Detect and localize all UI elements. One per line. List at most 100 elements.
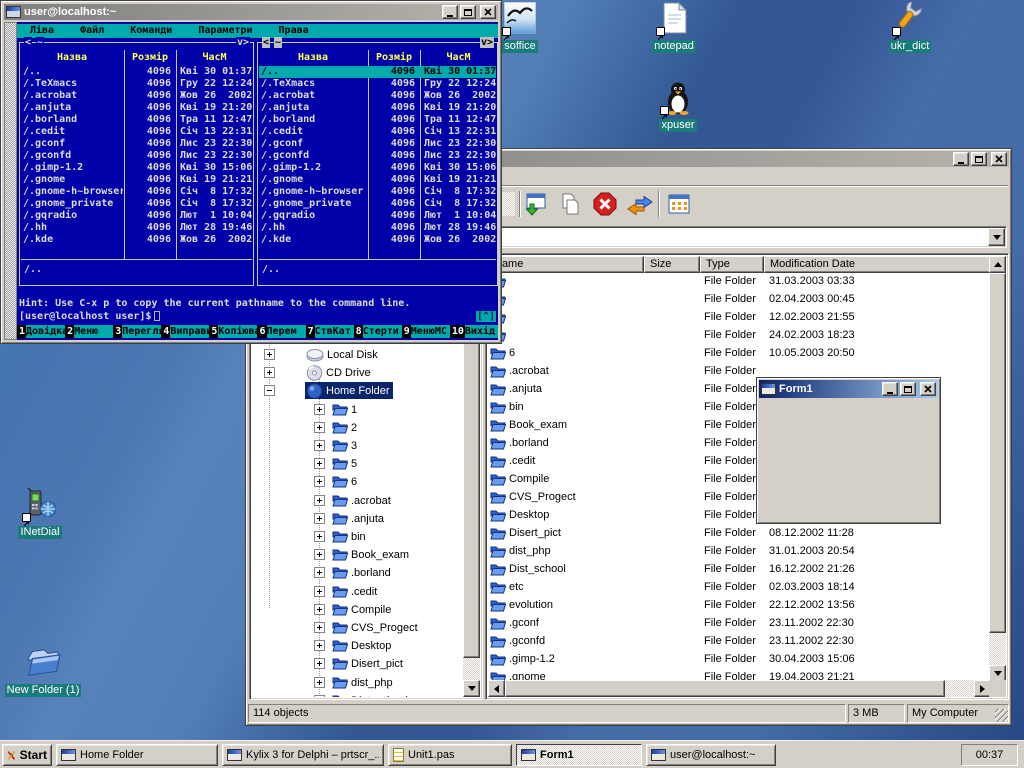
mc-file-row[interactable]: /.kde4096Жов 26 2002 [21,234,252,246]
expand-icon[interactable] [314,586,325,597]
scroll-up-button[interactable] [989,256,1006,273]
mc-panel-fwd[interactable]: v> [480,37,494,48]
mc-menu-item-4[interactable]: Права [266,24,322,38]
taskbar-button-2[interactable]: Unit1.pas [388,744,512,766]
mc-file-row[interactable]: /.cedit4096Січ 13 22:31 [21,126,252,138]
terminal-titlebar[interactable]: user@localhost:~ [4,4,498,20]
desktop-icon-new-folder[interactable]: New Folder (1) [3,646,83,698]
taskbar-button-1[interactable]: Kylix 3 for Delphi – prtscr_... [222,744,384,766]
mc-file-row[interactable]: /.anjuta4096Кві 19 21:20 [21,102,252,114]
column-header-size[interactable]: Size [644,256,700,273]
tree-item-Dist_school[interactable]: Dist_school [252,692,462,697]
mc-file-row[interactable]: /.gnome-h~browser4096Січ 8 17:32 [21,186,252,198]
mc-column-header-1[interactable]: Розмір [124,52,176,64]
terminal-maximize-button[interactable] [460,5,476,19]
tree-item-5[interactable]: 5 [252,455,462,472]
file-row-1[interactable]: File Folder02.04.2003 00:45 [488,291,991,309]
mc-file-row[interactable]: /.gnome_private4096Січ 8 17:32 [21,198,252,210]
mc-column-header-0[interactable]: Назва [258,52,368,64]
mc-file-row[interactable]: /.gnome-h~browser4096Січ 8 17:32 [259,186,496,198]
file-row-2[interactable]: File Folder12.02.2003 21:55 [488,309,991,327]
file-row-dist_php[interactable]: dist_phpFile Folder31.01.2003 20:54 [488,543,991,561]
mc-file-row[interactable]: /.gqradio4096Лют 1 10:04 [259,210,496,222]
tree-node[interactable]: Compile [331,601,394,618]
scroll-left-button[interactable] [488,680,505,697]
mc-file-row[interactable]: /.borland4096Тра 11 12:47 [259,114,496,126]
tree-node[interactable]: dist_php [331,674,396,691]
file-manager-minimize-button[interactable] [953,152,969,166]
file-row-evolution[interactable]: evolutionFile Folder22.12.2002 13:56 [488,597,991,615]
tree-node[interactable]: .borland [331,564,394,581]
tree-node[interactable]: .anjuta [331,510,387,527]
mc-file-row[interactable]: /..4096Кві 30 01:37 [21,66,252,78]
tree-item-Desktop[interactable]: Desktop [252,637,462,654]
taskbar-button-4[interactable]: user@localhost:~ [646,744,776,766]
desktop-icon-inetdial[interactable]: INetDial [12,488,68,540]
form1-close-button[interactable] [920,382,936,396]
tree-node[interactable]: Disert_pict [331,655,406,672]
tree-item-3[interactable]: 3 [252,437,462,454]
mc-file-row[interactable]: /.gnome4096Кві 19 21:21 [21,174,252,186]
mc-file-row[interactable]: /.hh4096Лют 28 19:46 [21,222,252,234]
form1-minimize-button[interactable] [882,382,898,396]
list-horizontal-scrollbar[interactable] [488,680,991,697]
mc-panel-back[interactable]: < [24,37,32,48]
tree-item-dist_php[interactable]: dist_php [252,674,462,691]
tree-node[interactable]: CVS_Progect [331,619,421,636]
mc-file-row[interactable]: /.cedit4096Січ 13 22:31 [259,126,496,138]
mc-file-row[interactable]: /.gconfd4096Лис 23 22:30 [21,150,252,162]
tree-item-Book_exam[interactable]: Book_exam [252,546,462,563]
mc-file-row[interactable]: /.TeXmacs4096Гру 22 12:24 [259,78,496,90]
mc-column-header-1[interactable]: Розмір [368,52,420,64]
mc-file-row[interactable]: /.acrobat4096Жов 26 2002 [21,90,252,102]
form1-titlebar[interactable]: Form1 [759,380,938,398]
file-row-Disert_pict[interactable]: Disert_pictFile Folder08.12.2002 11:28 [488,525,991,543]
file-row-.gimp-1.2[interactable]: .gimp-1.2File Folder30.04.2003 15:06 [488,651,991,669]
tree-node[interactable]: 6 [331,473,360,490]
tree-node[interactable]: Local Disk [305,346,381,363]
tree-node[interactable]: 3 [331,437,360,454]
tree-item-Home Folder[interactable]: Home Folder [252,382,462,399]
start-button[interactable]: Start [2,744,52,766]
mc-right-panel[interactable]: <~v>НазваРозмірЧасМ/..4096Кві 30 01:37/.… [257,42,498,286]
tree-node[interactable]: Desktop [331,637,394,654]
mc-fkey-9[interactable]: 9МенюМС [402,325,450,338]
column-header-name[interactable]: Name [488,256,644,273]
mc-menu-item-1[interactable]: Файл [67,24,117,38]
mc-file-row[interactable]: /.gconf4096Лис 23 22:30 [21,138,252,150]
mc-file-row[interactable]: /.gnome4096Кві 19 21:21 [259,174,496,186]
tree-node[interactable]: bin [331,528,369,545]
mc-panel-fwd[interactable]: v> [236,37,250,48]
expand-icon[interactable] [314,567,325,578]
mc-fkey-6[interactable]: 6Перем [257,325,305,338]
resize-grip[interactable] [995,709,1008,722]
view-button[interactable] [665,190,693,218]
mc-file-row[interactable]: /.anjuta4096Кві 19 21:20 [259,102,496,114]
tree-item-1[interactable]: 1 [252,401,462,418]
mc-menu-item-2[interactable]: Команди [117,24,185,38]
tree-item-Compile[interactable]: Compile [252,601,462,618]
new-window-button[interactable] [521,190,549,218]
taskbar-button-3[interactable]: Form1 [516,744,642,766]
tree-node[interactable]: CD Drive [305,364,374,381]
terminal-close-button[interactable] [480,5,496,19]
expand-icon[interactable] [314,658,325,669]
file-manager-maximize-button[interactable] [971,152,987,166]
tree-item-6[interactable]: 6 [252,473,462,490]
expand-icon[interactable] [314,677,325,688]
combo-dropdown-button[interactable] [988,228,1005,246]
mc-file-row[interactable]: /.gconfd4096Лис 23 22:30 [259,150,496,162]
desktop-icon-ukr-dict[interactable]: ukr_dict [882,2,938,54]
file-row-.gconf[interactable]: .gconfFile Folder23.11.2002 22:30 [488,615,991,633]
mc-fkey-3[interactable]: 3Перегля [113,325,161,338]
mc-file-row[interactable]: /.kde4096Жов 26 2002 [259,234,496,246]
mc-panel-back[interactable]: < [262,37,270,48]
tree-node[interactable]: 5 [331,455,360,472]
mc-file-row[interactable]: /.gqradio4096Лют 1 10:04 [21,210,252,222]
mc-fkey-1[interactable]: 1Довідка [17,325,65,338]
mc-panel-path[interactable]: ~ [36,37,44,48]
scroll-down-button[interactable] [463,680,480,697]
copy-button[interactable] [556,190,584,218]
tree-item-.acrobat[interactable]: .acrobat [252,492,462,509]
expand-icon[interactable] [314,458,325,469]
